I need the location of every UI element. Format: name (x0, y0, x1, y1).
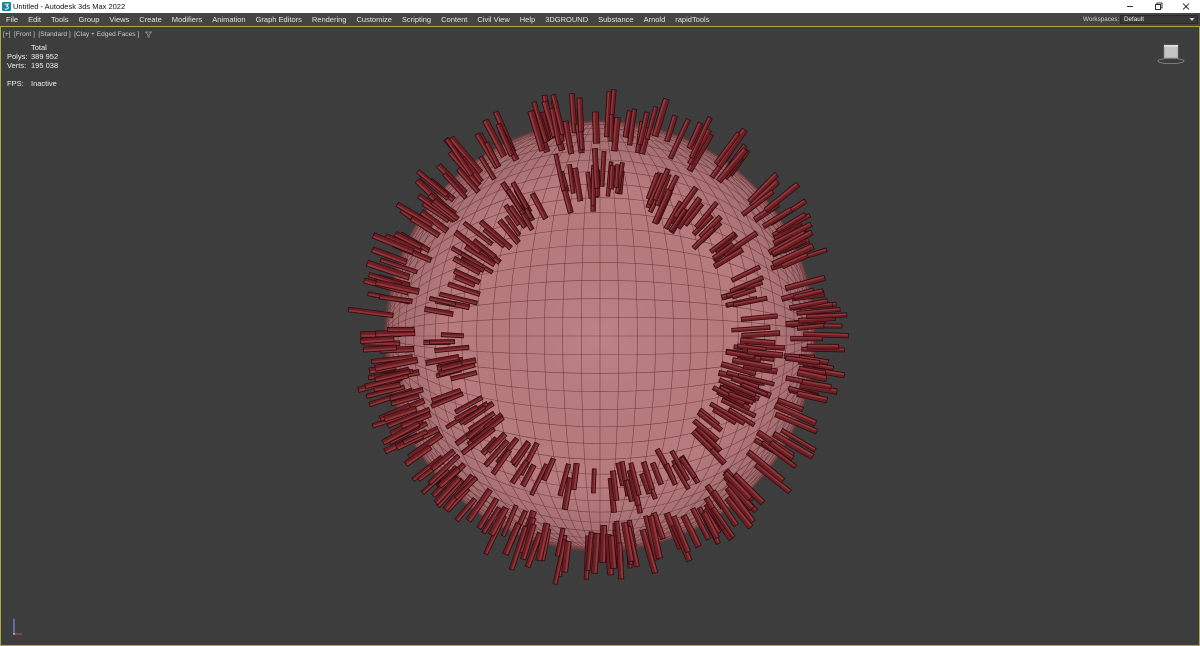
menu-help[interactable]: Help (515, 13, 540, 26)
menu-bar: File Edit Tools Group Views Create Modif… (0, 13, 1200, 26)
cylinder-highlight (791, 337, 822, 339)
menu-rendering[interactable]: Rendering (307, 13, 352, 26)
menu-graph-editors[interactable]: Graph Editors (251, 13, 307, 26)
cylinder (608, 165, 616, 190)
fps-label: FPS: (7, 79, 24, 88)
verts-value: 195 038 (31, 61, 59, 70)
stats-blank-value (31, 70, 58, 79)
minimize-icon (1127, 6, 1133, 7)
axis-tripod-icon (13, 619, 22, 635)
verts-label: Verts: (7, 61, 27, 70)
cylinder (591, 111, 600, 144)
viewport-scene[interactable] (1, 27, 1199, 645)
cylinder (591, 468, 597, 494)
cylinder (440, 332, 464, 339)
workspaces-label: Workspaces: (1083, 16, 1120, 23)
menu-tools[interactable]: Tools (46, 13, 74, 26)
menu-file[interactable]: File (1, 13, 23, 26)
cylinder (614, 164, 621, 188)
cylinder (429, 339, 456, 345)
menu-rapidtools[interactable]: rapidTools (670, 13, 714, 26)
viewcube-compass-ring[interactable] (1157, 57, 1185, 64)
stats-blank-label (7, 70, 31, 79)
front-viewport[interactable]: [+] [Front ] [Standard ] [Clay + Edged F… (0, 26, 1200, 646)
sphere-object[interactable] (347, 89, 850, 586)
axis-origin (13, 633, 15, 635)
menu-modifiers[interactable]: Modifiers (167, 13, 207, 26)
menu-edit[interactable]: Edit (23, 13, 46, 26)
polys-label: Polys: (7, 52, 28, 61)
window-title: Untitled - Autodesk 3ds Max 2022 (13, 2, 126, 11)
viewport-general-menu[interactable]: [+] (3, 30, 11, 39)
3ds-max-app-icon[interactable] (2, 2, 11, 11)
viewport-label: [+] [Front ] [Standard ] [Clay + Edged F… (3, 30, 152, 39)
workspaces-dropdown[interactable]: Default (1120, 15, 1198, 24)
viewport-shading-menu[interactable]: [Clay + Edged Faces ] (74, 30, 139, 39)
menu-civil-view[interactable]: Civil View (472, 13, 514, 26)
menu-views[interactable]: Views (104, 13, 134, 26)
cylinder-body (386, 326, 415, 333)
menu-animation[interactable]: Animation (207, 13, 250, 26)
cylinder (608, 114, 615, 142)
cylinder-highlight (387, 329, 414, 331)
funnel-icon[interactable] (144, 31, 152, 38)
cylinder-body (806, 343, 840, 350)
workspaces-value: Default (1124, 16, 1144, 23)
menu-content[interactable]: Content (436, 13, 472, 26)
menu-scripting[interactable]: Scripting (397, 13, 436, 26)
viewcube-top-edge (1164, 45, 1178, 47)
menu-substance[interactable]: Substance (593, 13, 638, 26)
viewport-performance-menu[interactable]: [Standard ] (38, 30, 70, 39)
title-bar: Untitled - Autodesk 3ds Max 2022 (0, 0, 1200, 13)
fps-value: Inactive (31, 79, 57, 88)
menu-arnold[interactable]: Arnold (639, 13, 671, 26)
polys-value: 389 952 (31, 52, 59, 61)
menu-group[interactable]: Group (74, 13, 105, 26)
viewport-point-of-view-menu[interactable]: [Front ] (14, 30, 35, 39)
chevron-down-icon (1189, 18, 1195, 21)
cylinder-highlight (807, 344, 839, 347)
menu-create[interactable]: Create (134, 13, 167, 26)
menu-3dground[interactable]: 3DGROUND (540, 13, 593, 26)
minimize-button[interactable] (1117, 0, 1143, 13)
stats-header: Total (31, 43, 47, 52)
cylinder (386, 326, 415, 333)
viewcube-icon[interactable] (1156, 42, 1186, 66)
viewport-statistics: Total Polys: 389 952 Verts: 195 038 FPS:… (7, 43, 58, 88)
menu-customize[interactable]: Customize (351, 13, 396, 26)
restore-icon (1155, 2, 1163, 10)
close-button[interactable] (1173, 0, 1199, 13)
cylinder (806, 343, 840, 350)
close-icon (1182, 3, 1190, 10)
stats-spacer (7, 43, 31, 52)
restore-button[interactable] (1145, 0, 1171, 13)
